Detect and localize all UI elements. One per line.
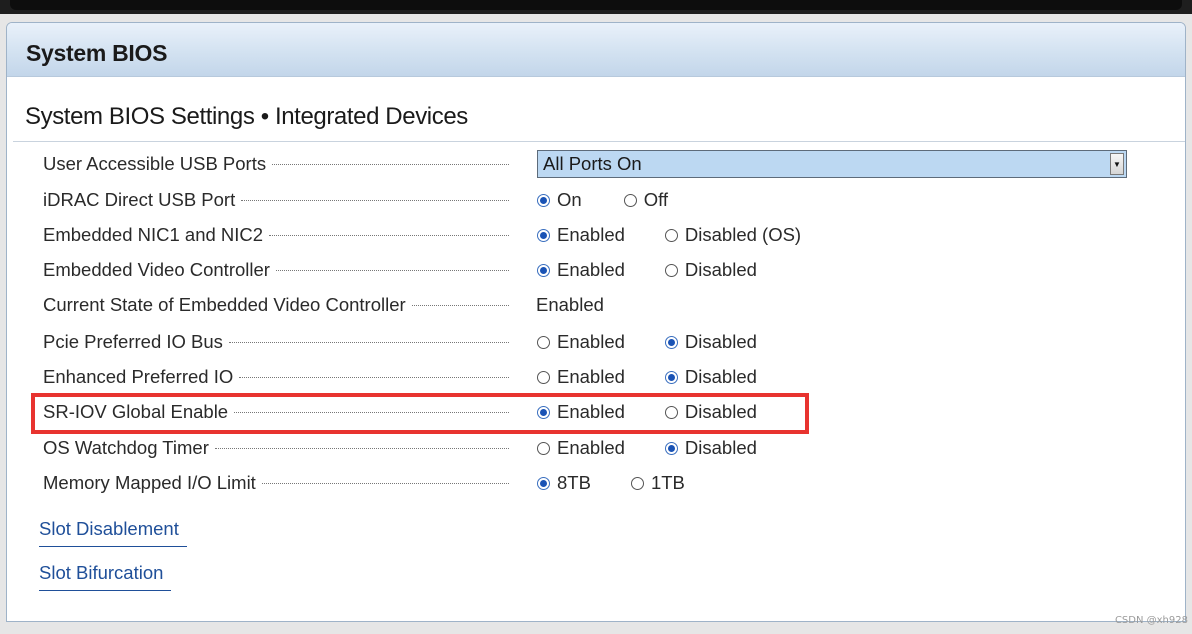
dotted-leader (241, 200, 509, 201)
radio-unselected-icon[interactable] (623, 193, 637, 207)
sr-iov-highlight-box (31, 393, 809, 434)
radio-selected-icon[interactable] (537, 193, 550, 207)
radio-selected-icon[interactable] (537, 263, 550, 277)
usb-ports-select[interactable]: All Ports On ▼ (537, 150, 1127, 178)
section-title: System BIOS Settings • Integrated Device… (25, 103, 468, 130)
radio-option-enabled[interactable]: Enabled (537, 224, 625, 246)
radio-option-1tb[interactable]: 1TB (630, 472, 685, 494)
radio-option-enabled[interactable]: Enabled (537, 259, 625, 281)
dotted-leader (214, 448, 509, 449)
setting-row-idrac-usb: iDRAC Direct USB Port On Off (43, 185, 1143, 215)
setting-label: Enhanced Preferred IO (43, 366, 234, 387)
radio-option-disabled[interactable]: Disabled (664, 366, 757, 388)
radio-unselected-icon[interactable] (664, 228, 678, 242)
radio-option-disabled[interactable]: Disabled (664, 437, 757, 459)
dotted-leader (269, 235, 509, 236)
setting-label: iDRAC Direct USB Port (43, 189, 236, 210)
dotted-leader (275, 270, 509, 271)
setting-row-embedded-nic: Embedded NIC1 and NIC2 Enabled Disabled … (43, 220, 1143, 250)
dotted-leader (228, 342, 509, 343)
setting-row-mmio-limit: Memory Mapped I/O Limit 8TB 1TB (43, 468, 1143, 498)
setting-label: OS Watchdog Timer (43, 437, 209, 458)
radio-option-disabled[interactable]: Disabled (664, 331, 757, 353)
dotted-leader (272, 164, 509, 165)
setting-label: Current State of Embedded Video Controll… (43, 294, 406, 315)
radio-selected-icon[interactable] (537, 476, 550, 490)
slot-bifurcation-link[interactable]: Slot Bifurcation (39, 562, 172, 591)
radio-unselected-icon[interactable] (537, 335, 550, 349)
radio-option-enabled[interactable]: Enabled (537, 331, 625, 353)
setting-label: Memory Mapped I/O Limit (43, 472, 256, 493)
radio-selected-icon[interactable] (537, 228, 550, 242)
radio-selected-icon[interactable] (664, 370, 678, 384)
top-bar (0, 0, 1192, 14)
video-state-value: Enabled (536, 294, 604, 315)
radio-option-disabled[interactable]: Disabled (664, 259, 757, 281)
radio-option-on[interactable]: On (537, 189, 582, 211)
dotted-leader (411, 305, 509, 306)
dropdown-arrow-icon[interactable]: ▼ (1110, 153, 1124, 175)
setting-row-usb-ports: User Accessible USB Ports All Ports On ▼ (43, 149, 1143, 179)
setting-row-os-watchdog: OS Watchdog Timer Enabled Disabled (43, 433, 1143, 463)
slot-disablement-link[interactable]: Slot Disablement (39, 518, 187, 547)
radio-unselected-icon[interactable] (537, 441, 550, 455)
setting-label: Embedded Video Controller (43, 259, 270, 280)
bios-panel: System BIOS System BIOS Settings • Integ… (6, 22, 1186, 622)
dotted-leader (239, 377, 509, 378)
section-divider (13, 141, 1185, 142)
setting-label: Pcie Preferred IO Bus (43, 331, 223, 352)
dotted-leader (261, 483, 509, 484)
setting-label: User Accessible USB Ports (43, 153, 267, 174)
radio-option-disabled-os[interactable]: Disabled (OS) (664, 224, 801, 246)
setting-row-enhanced-preferred-io: Enhanced Preferred IO Enabled Disabled (43, 362, 1143, 392)
radio-option-off[interactable]: Off (623, 189, 668, 211)
radio-option-enabled[interactable]: Enabled (537, 366, 625, 388)
radio-option-enabled[interactable]: Enabled (537, 437, 625, 459)
setting-row-pcie-preferred-io: Pcie Preferred IO Bus Enabled Disabled (43, 327, 1143, 357)
radio-unselected-icon[interactable] (537, 370, 550, 384)
radio-unselected-icon[interactable] (664, 263, 678, 277)
radio-option-8tb[interactable]: 8TB (537, 472, 591, 494)
panel-header: System BIOS (7, 23, 1185, 77)
radio-selected-icon[interactable] (664, 441, 678, 455)
setting-row-video-state: Current State of Embedded Video Controll… (43, 290, 1143, 320)
radio-selected-icon[interactable] (664, 335, 678, 349)
select-value: All Ports On (543, 153, 642, 174)
setting-label: Embedded NIC1 and NIC2 (43, 224, 264, 245)
setting-row-embedded-video: Embedded Video Controller Enabled Disabl… (43, 255, 1143, 285)
radio-unselected-icon[interactable] (630, 476, 644, 490)
page-title: System BIOS (26, 40, 168, 66)
top-bar-inner (10, 0, 1182, 10)
watermark: CSDN @xh928 (1114, 615, 1188, 626)
